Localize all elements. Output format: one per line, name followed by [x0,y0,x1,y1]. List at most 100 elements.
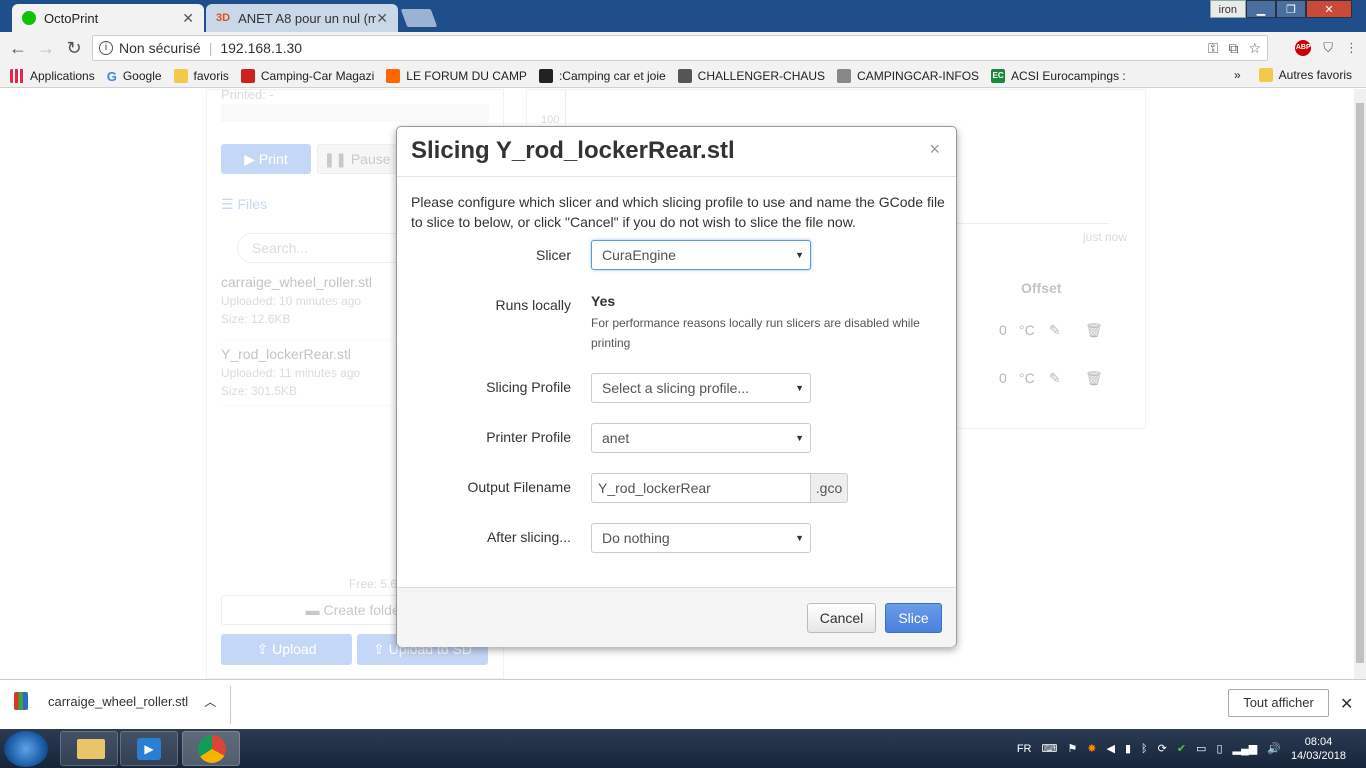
chevron-down-icon: ▼ [795,533,804,543]
bookmark-star-icon[interactable]: ☆ [1248,40,1261,57]
show-all-downloads-button[interactable]: Tout afficher [1228,689,1329,717]
omnibox[interactable]: i Non sécurisé | 192.168.1.30 ⚿ ⧉ ☆ [92,35,1268,61]
volume-icon[interactable]: 🔊 [1267,742,1281,755]
output-filename-label: Output Filename [467,479,572,495]
taskbar-chrome[interactable] [182,731,240,766]
close-icon[interactable]: ✕ [376,10,388,27]
bookmark-forum-camp[interactable]: LE FORUM DU CAMP [386,68,527,83]
window-close-icon[interactable]: ✕ [1306,0,1352,18]
print-button[interactable]: ▶ Print [221,144,311,174]
trash-icon[interactable]: 🗑 [1085,322,1103,339]
keyboard-icon[interactable]: ⌨ [1041,742,1057,755]
bookmark-applications[interactable]: Applications [10,68,95,83]
bookmark-google[interactable]: G Google [107,69,162,84]
minimize-icon[interactable]: ▁ [1246,0,1276,18]
close-icon[interactable]: ✕ [1340,694,1353,714]
shield-icon[interactable]: ⛉ [1323,40,1333,56]
chevron-down-icon: ▼ [795,433,804,443]
system-clock[interactable]: 08:04 14/03/2018 [1291,735,1346,763]
close-icon[interactable]: ✕ [182,10,194,27]
bookmarks-bar: Applications G Google favoris Camping-Car… [0,64,1366,88]
offset-header: Offset [1021,280,1062,296]
url-text[interactable]: 192.168.1.30 [220,40,302,56]
forward-arrow-icon[interactable]: → [32,38,60,59]
key-icon[interactable]: ⚿ [1208,40,1219,57]
bluetooth-icon[interactable]: ᛒ [1141,743,1148,755]
printer-profile-select[interactable]: anet ▼ [591,423,811,453]
trash-icon[interactable]: 🗑 [1085,370,1103,387]
browser-tab-bar: OctoPrint ✕ 3D ANET A8 pour un nul (m ✕ … [0,0,1366,32]
chevron-up-icon[interactable]: ︿ [204,693,216,710]
info-icon[interactable]: i [99,41,113,55]
start-button[interactable] [4,731,48,767]
cancel-button[interactable]: Cancel [807,603,876,633]
download-filename: carraige_wheel_roller.stl [48,693,189,709]
edit-icon[interactable]: ✎ [1049,370,1061,387]
security-check-icon[interactable]: ✔ [1177,742,1186,755]
display-icon[interactable]: ▭ [1196,742,1206,755]
maximize-icon[interactable]: ❐ [1276,0,1306,18]
bookmark-favoris[interactable]: favoris [173,68,229,83]
slicer-select[interactable]: CuraEngine ▼ [591,240,811,270]
edit-icon[interactable]: ✎ [1049,322,1061,339]
printer-profile-label: Printer Profile [486,429,571,445]
ccm-favicon-icon [240,68,255,83]
modal-footer: Cancel Slice [397,587,956,647]
other-bookmarks[interactable]: Autres favoris [1279,68,1352,82]
bookmark-acsi[interactable]: EC ACSI Eurocampings : [991,68,1126,83]
slicing-profile-select[interactable]: Select a slicing profile... ▼ [591,373,811,403]
menu-icon[interactable]: ⋮ [1345,40,1358,56]
page-scrollbar[interactable] [1354,89,1366,679]
back-arrow-icon[interactable]: ← [4,38,32,59]
runs-locally-value: Yes [591,293,616,309]
chevron-down-icon: ▼ [795,383,804,393]
tab-anet[interactable]: 3D ANET A8 pour un nul (m ✕ [206,4,398,32]
table-row: 0 °C ✎ 🗑 [999,370,1103,387]
new-tab-button[interactable] [400,9,438,27]
sync-icon[interactable]: ⟳ [1158,742,1167,755]
address-toolbar: ← → ↻ i Non sécurisé | 192.168.1.30 ⚿ ⧉ … [0,32,1366,64]
files-title: ☰ Files [221,196,268,212]
power-icon[interactable]: ▯ [1216,742,1222,755]
signal-icon[interactable]: ▂▄▆ [1233,742,1258,755]
bookmark-campingcar-infos[interactable]: CAMPINGCAR-INFOS [837,68,979,83]
taskbar-media-player[interactable]: ▶ [120,731,178,766]
adblock-icon[interactable]: ABP [1295,40,1312,56]
language-indicator[interactable]: FR [1017,743,1032,755]
slice-button[interactable]: Slice [885,603,942,633]
close-icon[interactable]: × [929,139,940,160]
reload-icon[interactable]: ↻ [60,38,88,59]
extensions: ABP ⛉ ⋮ [1295,40,1358,56]
network-icon[interactable]: ▮ [1125,742,1131,755]
chevron-down-icon: ▼ [795,250,804,260]
upload-button[interactable]: ⇪ Upload [221,634,352,665]
forum-favicon-icon [386,68,401,83]
modal-header: Slicing Y_rod_lockerRear.stl × [397,127,956,177]
output-filename-input[interactable]: Y_rod_lockerRear [591,473,811,503]
bookmark-camping-car-magazine[interactable]: Camping-Car Magazi [240,68,374,83]
file-icon [14,692,28,710]
tab-octoprint[interactable]: OctoPrint ✕ [12,4,204,32]
after-slicing-select[interactable]: Do nothing ▼ [591,523,811,553]
security-label: Non sécurisé [119,40,201,56]
speaker-icon[interactable]: ◀ [1106,742,1114,755]
tab-title: ANET A8 pour un nul (m [238,10,377,26]
modal-title: Slicing Y_rod_lockerRear.stl [411,137,735,164]
translate-icon[interactable]: ⧉ [1228,40,1238,57]
bookmarks-more-button[interactable]: » [1234,68,1241,82]
omnibox-separator: | [208,40,213,56]
slicer-label: Slicer [535,247,571,263]
runs-locally-note: For performance reasons locally run slic… [591,316,920,350]
scrollbar-thumb[interactable] [1356,103,1364,663]
avast-icon[interactable]: ✸ [1087,742,1096,755]
bookmark-camping-car-joie[interactable]: :Camping car et joie [538,68,666,83]
bookmark-challenger[interactable]: CHALLENGER-CHAUS [677,68,825,83]
media-player-icon: ▶ [137,738,161,760]
profile-button[interactable]: iron [1209,0,1246,18]
download-item[interactable]: carraige_wheel_roller.stl ︿ [14,692,216,710]
pause-button[interactable]: ❚❚ Pause [317,144,397,174]
flag-icon[interactable]: ⚑ [1067,742,1077,755]
taskbar-explorer[interactable] [60,731,118,766]
bookmarks-overflow: » Autres favoris [1234,68,1352,82]
free-space: Free: 5.6 [349,577,398,591]
